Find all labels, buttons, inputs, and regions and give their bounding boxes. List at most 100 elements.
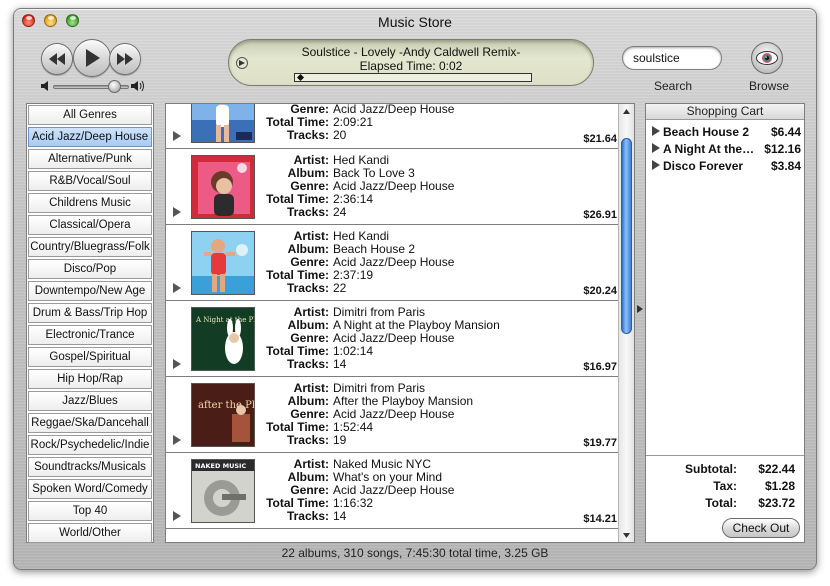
album-total-time: 1:16:32 [333, 496, 374, 510]
album-total-time: 2:37:19 [333, 268, 374, 282]
album-tracks: 22 [333, 281, 347, 295]
genre-item[interactable]: All Genres [28, 105, 152, 125]
disclosure-triangle-icon[interactable] [652, 126, 660, 136]
play-button[interactable] [73, 39, 111, 77]
genre-item[interactable]: Top 40 [28, 501, 152, 521]
play-icon [86, 49, 100, 67]
genre-item-selected[interactable]: Acid Jazz/Deep House [28, 127, 152, 147]
album-total-time: 2:36:14 [333, 192, 374, 206]
album-price: $20.24 [583, 285, 617, 297]
album-cover: NAKED MUSIC [191, 459, 255, 523]
volume-slider-knob[interactable] [107, 80, 121, 93]
preview-play-button[interactable] [173, 283, 181, 293]
album-total-time: 1:52:44 [333, 420, 374, 434]
total-row: Total: $23.72 [645, 496, 795, 512]
genre-item[interactable]: Electronic/Trance [28, 325, 152, 345]
album-artist: Hed Kandi [333, 153, 390, 167]
genre-item[interactable]: Soundtracks/Musicals [28, 457, 152, 477]
scroll-down-button[interactable] [619, 528, 634, 542]
volume-high-icon [131, 80, 144, 92]
album-tracks: 24 [333, 205, 347, 219]
genre-item[interactable]: Jazz/Blues [28, 391, 152, 411]
now-playing-track: Soulstice - Lovely -Andy Caldwell Remix- [301, 45, 521, 59]
album-row[interactable]: NAKED MUSIC Artist: Naked Music NYC Album… [166, 453, 619, 529]
cart-item[interactable]: A Night At the Playboy Mansion $12.16 [646, 140, 804, 157]
cover-art-text: NAKED MUSIC [195, 462, 246, 470]
preview-play-button[interactable] [173, 511, 181, 521]
album-row[interactable]: after the Playboy Mansion Artist:Dimitri… [166, 377, 619, 453]
music-store-window: Music Store Soulstice - Lovely -Andy Cal… [13, 8, 817, 570]
scrollbar-thumb[interactable] [621, 138, 632, 334]
album-cover: after the Playboy Mansion [191, 383, 255, 447]
rewind-icon [49, 53, 65, 65]
genre-item[interactable]: Reggae/Ska/Dancehall [28, 413, 152, 433]
album-tracks: 14 [333, 509, 347, 523]
album-price: $21.64 [583, 133, 617, 145]
scroll-up-button[interactable] [619, 104, 634, 118]
genre-item[interactable]: Alternative/Punk [28, 149, 152, 169]
window-title: Music Store [378, 14, 452, 30]
search-input[interactable] [622, 46, 722, 70]
subtotal-value: $22.44 [758, 462, 795, 476]
pane-splitter-handle[interactable] [637, 305, 643, 313]
subtotal-row: Subtotal: $22.44 [645, 462, 795, 478]
browse-label: Browse [749, 79, 790, 93]
genre-item[interactable]: Spoken Word/Comedy [28, 479, 152, 499]
eye-icon [756, 51, 778, 65]
genre-item[interactable]: Gospel/Spiritual [28, 347, 152, 367]
album-price: $19.77 [583, 437, 617, 449]
genre-item[interactable]: Childrens Music [28, 193, 152, 213]
genre-item[interactable]: Hip Hop/Rap [28, 369, 152, 389]
playhead-marker[interactable] [297, 73, 305, 82]
check-out-button[interactable]: Check Out [722, 518, 800, 538]
album-cover [191, 155, 255, 219]
preview-play-button[interactable] [173, 207, 181, 217]
browse-button[interactable] [751, 42, 783, 74]
cart-item-price: $12.16 [764, 142, 801, 156]
genre-item[interactable]: Disco/Pop [28, 259, 152, 279]
playback-progress-bar[interactable] [294, 73, 532, 82]
genre-item[interactable]: World/Other [28, 523, 152, 543]
preview-play-button[interactable] [173, 131, 181, 141]
album-title: After the Playboy Mansion [333, 394, 474, 408]
album-genre: Acid Jazz/Deep House [333, 255, 455, 269]
album-row[interactable]: Artist: Hed Kandi Album: Beach House 2 Gen… [166, 225, 619, 301]
album-artist: Dimitri from Paris [333, 305, 425, 319]
cart-item-price: $6.44 [770, 125, 801, 139]
cover-art-text: A Night at the Playboy Mansion [195, 316, 255, 324]
album-tracks: 19 [333, 433, 347, 447]
album-row[interactable]: Artist: Hed Kandi Album: Back To Love 3 Ge… [166, 149, 619, 225]
album-total-time: 2:09:21 [333, 115, 374, 129]
album-title: What's on your Mind [333, 470, 443, 484]
cart-item-price: $3.84 [770, 159, 801, 173]
album-cover: A Night at the Playboy Mansion [191, 307, 255, 371]
fast-forward-button[interactable] [109, 43, 141, 75]
tracks-label: Tracks: [286, 433, 329, 447]
cart-item-name: Disco Forever [663, 159, 744, 173]
album-cover [191, 231, 255, 295]
album-row[interactable]: A Night at the Playboy Mansion Artist:Di… [166, 301, 619, 377]
genre-item[interactable]: Classical/Opera [28, 215, 152, 235]
cover-art-text: after the Playboy Mansion [198, 400, 255, 411]
preview-play-button[interactable] [173, 359, 181, 369]
shopping-cart: Shopping Cart Beach House 2 $6.44 A Nigh… [645, 103, 805, 543]
album-genre: Acid Jazz/Deep House [333, 179, 455, 193]
genre-list: All Genres Acid Jazz/Deep House Alternat… [26, 103, 154, 543]
search-label: Search [654, 79, 693, 93]
disclosure-triangle-icon[interactable] [652, 160, 660, 170]
album-list-scrollbar[interactable] [618, 104, 634, 542]
genre-item[interactable]: Rock/Psychedelic/Indie [28, 435, 152, 455]
genre-item[interactable]: Downtempo/New Age [28, 281, 152, 301]
album-title: A Night at the Playboy Mansion [333, 318, 500, 332]
rewind-button[interactable] [41, 43, 73, 75]
preview-play-button[interactable] [173, 435, 181, 445]
disclosure-triangle-icon[interactable] [652, 143, 660, 153]
genre-item[interactable]: Drum & Bass/Trip Hop [28, 303, 152, 323]
tracks-label: Tracks: [286, 281, 329, 295]
cart-item[interactable]: Beach House 2 $6.44 [646, 123, 804, 140]
cart-item-name: Beach House 2 [663, 125, 750, 139]
genre-item[interactable]: R&B/Vocal/Soul [28, 171, 152, 191]
genre-item[interactable]: Country/Bluegrass/Folk [28, 237, 152, 257]
cart-item[interactable]: Disco Forever $3.84 [646, 157, 804, 174]
album-row[interactable]: Artist: Album: Genre:Acid Jazz/Deep Hous… [166, 104, 619, 149]
